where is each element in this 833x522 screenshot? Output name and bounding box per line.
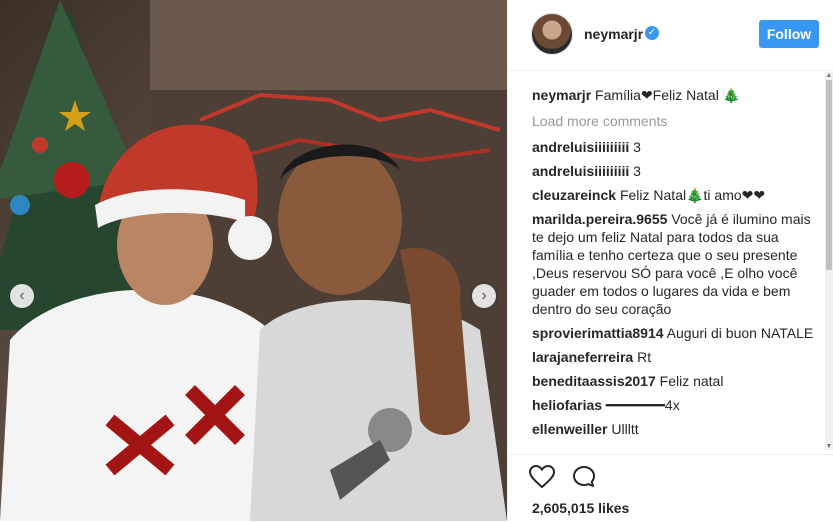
post-sidebar: neymarjr ✓ Follow neymarjr Família❤Feliz…	[507, 0, 833, 521]
comments-list: neymarjr Família❤Feliz Natal 🎄 Load more…	[532, 86, 822, 454]
comment-text: ━━━━━━━4x	[605, 397, 680, 413]
list-item: larajaneferreira Rt	[532, 348, 822, 366]
comment-username[interactable]: andreluisiiiiiiiii	[532, 163, 629, 179]
chevron-left-icon[interactable]: ‹	[10, 284, 34, 308]
list-item: andreluisiiiiiiiii 3	[532, 162, 822, 180]
photo-illustration	[0, 0, 507, 521]
comment-icon[interactable]	[572, 465, 596, 489]
follow-button[interactable]: Follow	[759, 20, 819, 48]
comments-scrollbar[interactable]: ▲ ▼	[825, 72, 833, 450]
caption: neymarjr Família❤Feliz Natal 🎄	[532, 86, 822, 104]
comment-text: Feliz Natal🎄ti amo❤❤	[619, 187, 766, 203]
list-item: sprovierimattia8914 Auguri di buon NATAL…	[532, 324, 822, 342]
comment-text: Auguri di buon NATALE	[666, 325, 814, 341]
scroll-down-icon[interactable]: ▼	[825, 443, 833, 450]
comment-text: 3	[633, 139, 641, 155]
scrollbar-thumb[interactable]	[826, 80, 832, 270]
post-photo[interactable]: ‹ ›	[0, 0, 507, 521]
comment-text: Rt	[637, 349, 652, 365]
comment-username[interactable]: larajaneferreira	[532, 349, 633, 365]
load-more-comments-link[interactable]: Load more comments	[532, 112, 822, 130]
comment-username[interactable]: andreluisiiiiiiiii	[532, 139, 629, 155]
list-item: cleuzareinck Feliz Natal🎄ti amo❤❤	[532, 186, 822, 204]
comment-text: Feliz natal	[659, 373, 724, 389]
list-item: marilda.pereira.9655 Você já é ilumino m…	[532, 210, 822, 318]
comment-username[interactable]: cleuzareinck	[532, 187, 616, 203]
list-item: heliofarias ━━━━━━━4x	[532, 396, 822, 414]
chevron-right-icon[interactable]: ›	[472, 284, 496, 308]
post-actions: 2,605,015 likes	[508, 454, 833, 522]
list-item: beneditaassis2017 Feliz natal	[532, 372, 822, 390]
heart-icon[interactable]	[529, 465, 555, 489]
comment-username[interactable]: sprovierimattia8914	[532, 325, 664, 341]
likes-count[interactable]: 2,605,015 likes	[532, 500, 629, 516]
post-username[interactable]: neymarjr	[584, 26, 643, 42]
verified-badge-icon: ✓	[645, 26, 659, 40]
scroll-up-icon[interactable]: ▲	[825, 72, 833, 79]
comment-username[interactable]: ellenweiller	[532, 421, 607, 437]
caption-username[interactable]: neymarjr	[532, 87, 591, 103]
comment-username[interactable]: marilda.pereira.9655	[532, 211, 667, 227]
comment-username[interactable]: beneditaassis2017	[532, 373, 656, 389]
list-item: andreluisiiiiiiiii 3	[532, 138, 822, 156]
avatar[interactable]	[531, 13, 573, 55]
comment-username[interactable]: heliofarias	[532, 397, 602, 413]
comment-text: 3	[633, 163, 641, 179]
list-item: ellenweiller Ullltt	[532, 420, 822, 438]
post-header: neymarjr ✓ Follow	[508, 0, 833, 71]
comment-text: Ullltt	[611, 421, 639, 437]
caption-text: Família❤Feliz Natal 🎄	[595, 87, 741, 103]
